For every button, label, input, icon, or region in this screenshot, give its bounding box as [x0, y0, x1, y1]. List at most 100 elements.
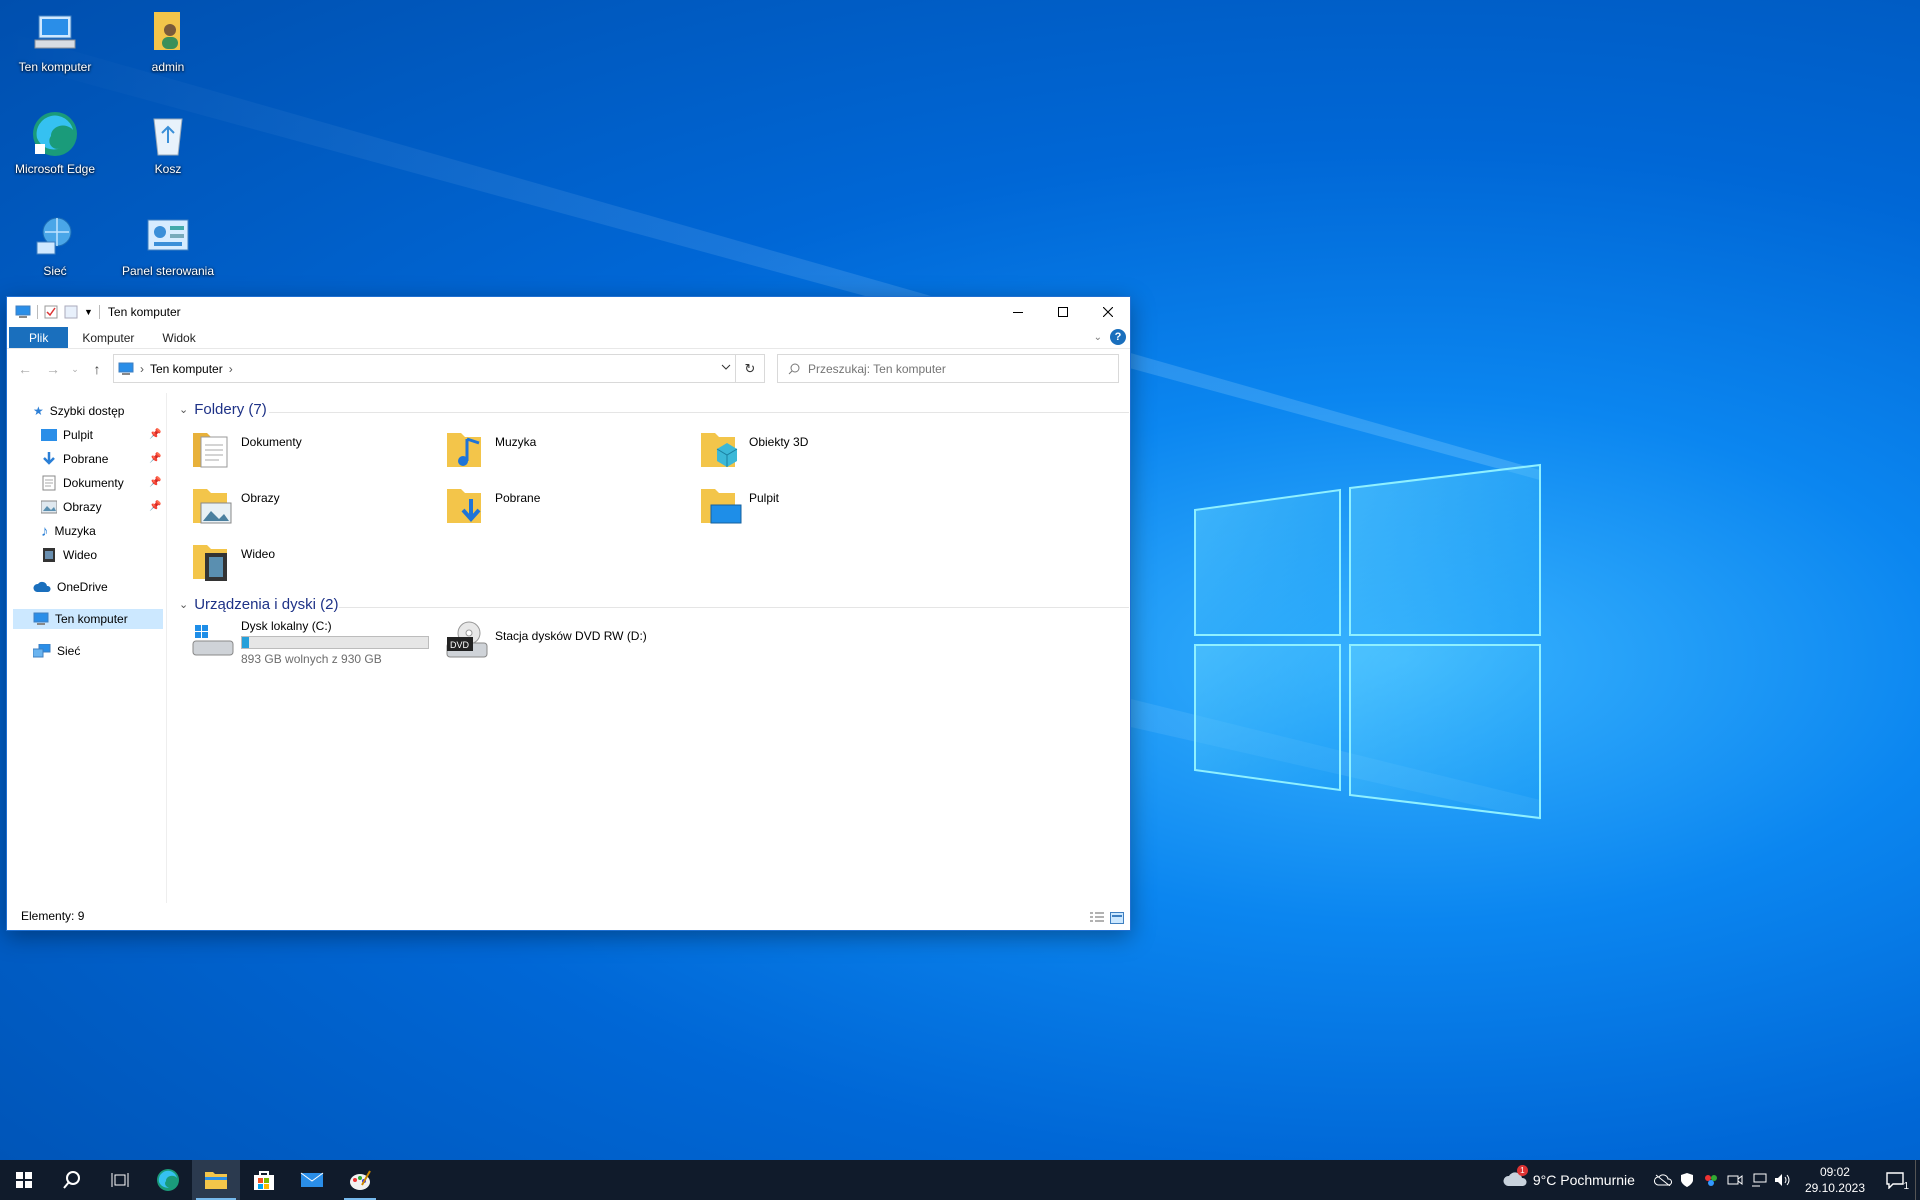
security-tray-icon[interactable]: [1675, 1160, 1699, 1200]
volume-tray-icon[interactable]: [1771, 1160, 1795, 1200]
color-tray-icon[interactable]: [1699, 1160, 1723, 1200]
customize-toolbar-icon[interactable]: ▼: [84, 307, 93, 317]
refresh-button[interactable]: ↻: [735, 354, 765, 383]
drive-c[interactable]: Dysk lokalny (C:) 893 GB wolnych z 930 G…: [191, 619, 429, 666]
sidebar-item-music[interactable]: ♪ Muzyka: [41, 521, 96, 541]
properties-icon[interactable]: [44, 305, 58, 319]
sidebar-item-quick-access[interactable]: ★ Szybki dostęp: [33, 401, 124, 421]
network-icon: [36, 217, 72, 255]
drive-label: Dysk lokalny (C:): [241, 619, 332, 633]
desktop-icon-this-pc[interactable]: Ten komputer: [0, 8, 110, 74]
drive-d[interactable]: DVD Stacja dysków DVD RW (D:): [445, 619, 647, 663]
taskbar-store[interactable]: [240, 1160, 288, 1200]
folder-downloads[interactable]: Pobrane: [445, 483, 540, 527]
show-desktop-button[interactable]: [1915, 1160, 1920, 1200]
desktop-icon-edge[interactable]: Microsoft Edge: [0, 110, 110, 176]
folder-documents[interactable]: Dokumenty: [191, 427, 302, 471]
recycle-bin-icon: [153, 118, 183, 156]
sidebar-item-this-pc[interactable]: Ten komputer: [13, 609, 163, 629]
help-icon[interactable]: ?: [1110, 329, 1126, 345]
network-tray-icon[interactable]: [1747, 1160, 1771, 1200]
search-button[interactable]: [48, 1160, 96, 1200]
folder-label: Dokumenty: [241, 435, 302, 449]
taskbar-mail[interactable]: [288, 1160, 336, 1200]
folder-pictures[interactable]: Obrazy: [191, 483, 280, 527]
sidebar-item-label: OneDrive: [57, 580, 108, 594]
music-folder-icon: [447, 433, 481, 467]
windows-drive-icon: [192, 625, 234, 656]
chevron-right-icon[interactable]: ›: [229, 362, 233, 376]
videos-folder-icon: [193, 545, 227, 581]
up-button[interactable]: ↑: [85, 357, 109, 381]
sidebar-item-downloads[interactable]: Pobrane: [41, 449, 108, 469]
devices-group-header[interactable]: ⌄ Urządzenia i dyski (2): [179, 596, 1129, 613]
desktop-icon-control-panel[interactable]: Panel sterowania: [113, 212, 223, 278]
task-view-button[interactable]: [96, 1160, 144, 1200]
tab-file[interactable]: Plik: [9, 327, 69, 348]
drive-label: Stacja dysków DVD RW (D:): [495, 629, 647, 643]
minimize-button[interactable]: [995, 297, 1040, 327]
folders-group-header[interactable]: ⌄ Foldery (7): [179, 401, 1129, 418]
back-button[interactable]: ←: [13, 357, 37, 381]
clock[interactable]: 09:02 29.10.2023: [1795, 1164, 1875, 1196]
tab-view[interactable]: Widok: [148, 327, 209, 348]
chevron-down-icon[interactable]: [721, 361, 731, 375]
sidebar-item-network[interactable]: Sieć: [33, 641, 80, 661]
desktop-icon-label: Sieć: [43, 264, 67, 278]
meet-tray-icon[interactable]: [1723, 1160, 1747, 1200]
file-explorer-icon: [205, 1172, 227, 1189]
navigation-pane: ★ Szybki dostęp Pulpit 📌 Pobrane 📌 Dokum…: [7, 393, 167, 903]
user-folder-icon: [154, 12, 180, 50]
weather-widget[interactable]: 1 9°C Pochmurnie: [1503, 1164, 1651, 1190]
search-icon: [63, 1171, 80, 1189]
pin-icon: 📌: [149, 477, 162, 488]
sidebar-item-videos[interactable]: Wideo: [41, 545, 97, 565]
title-bar[interactable]: ▼ Ten komputer: [7, 297, 1130, 327]
edge-icon: [157, 1169, 179, 1191]
taskbar-paint[interactable]: [336, 1160, 384, 1200]
search-input[interactable]: [808, 361, 1108, 376]
taskbar-file-explorer[interactable]: [192, 1160, 240, 1200]
folder-videos[interactable]: Wideo: [191, 539, 275, 583]
taskbar-edge[interactable]: [144, 1160, 192, 1200]
onedrive-tray-icon[interactable]: [1651, 1160, 1675, 1200]
quick-access-toolbar: ▼: [7, 305, 100, 319]
forward-button[interactable]: →: [41, 357, 65, 381]
details-view-icon[interactable]: [1090, 912, 1104, 924]
folder-3d-objects[interactable]: Obiekty 3D: [699, 427, 808, 471]
pin-icon: 📌: [149, 453, 162, 464]
desktop-icon-network[interactable]: Sieć: [0, 212, 110, 278]
desktop-icon-label: Panel sterowania: [121, 264, 215, 278]
sidebar-item-onedrive[interactable]: OneDrive: [33, 577, 108, 597]
sidebar-item-pictures[interactable]: Obrazy: [41, 497, 102, 517]
folder-music[interactable]: Muzyka: [445, 427, 536, 471]
weather-text: 9°C Pochmurnie: [1532, 1172, 1635, 1188]
explorer-window[interactable]: ▼ Ten komputer Plik Komputer Widok ⌄ ? ←…: [6, 296, 1131, 931]
dvd-drive-icon: DVD: [446, 621, 488, 658]
computer-icon: [118, 362, 134, 375]
large-icons-view-icon[interactable]: [1110, 912, 1124, 924]
divider: [37, 305, 38, 319]
close-button[interactable]: [1085, 297, 1130, 327]
pin-icon: 📌: [149, 501, 162, 512]
desktop-icon-recycle-bin[interactable]: Kosz: [113, 110, 223, 176]
computer-icon: [15, 305, 31, 318]
divider: [269, 412, 1129, 413]
maximize-button[interactable]: [1040, 297, 1085, 327]
notification-center-button[interactable]: 1: [1875, 1160, 1915, 1200]
recent-locations-icon[interactable]: ⌄: [69, 357, 81, 381]
address-bar[interactable]: › Ten komputer ›: [113, 354, 736, 383]
breadcrumb[interactable]: Ten komputer: [150, 362, 223, 376]
desktop-icon-admin[interactable]: admin: [113, 8, 223, 74]
sidebar-item-desktop[interactable]: Pulpit: [41, 425, 93, 445]
new-folder-icon[interactable]: [64, 305, 78, 319]
folder-label: Pobrane: [495, 491, 541, 505]
expand-ribbon-icon[interactable]: ⌄: [1094, 332, 1102, 343]
desktop-icon-label: Kosz: [154, 162, 182, 176]
folder-desktop[interactable]: Pulpit: [699, 483, 779, 527]
search-box[interactable]: [777, 354, 1119, 383]
sidebar-item-documents[interactable]: Dokumenty: [41, 473, 124, 493]
start-button[interactable]: [0, 1160, 48, 1200]
tab-computer[interactable]: Komputer: [68, 327, 148, 348]
cloud-icon: 1: [1503, 1164, 1528, 1190]
